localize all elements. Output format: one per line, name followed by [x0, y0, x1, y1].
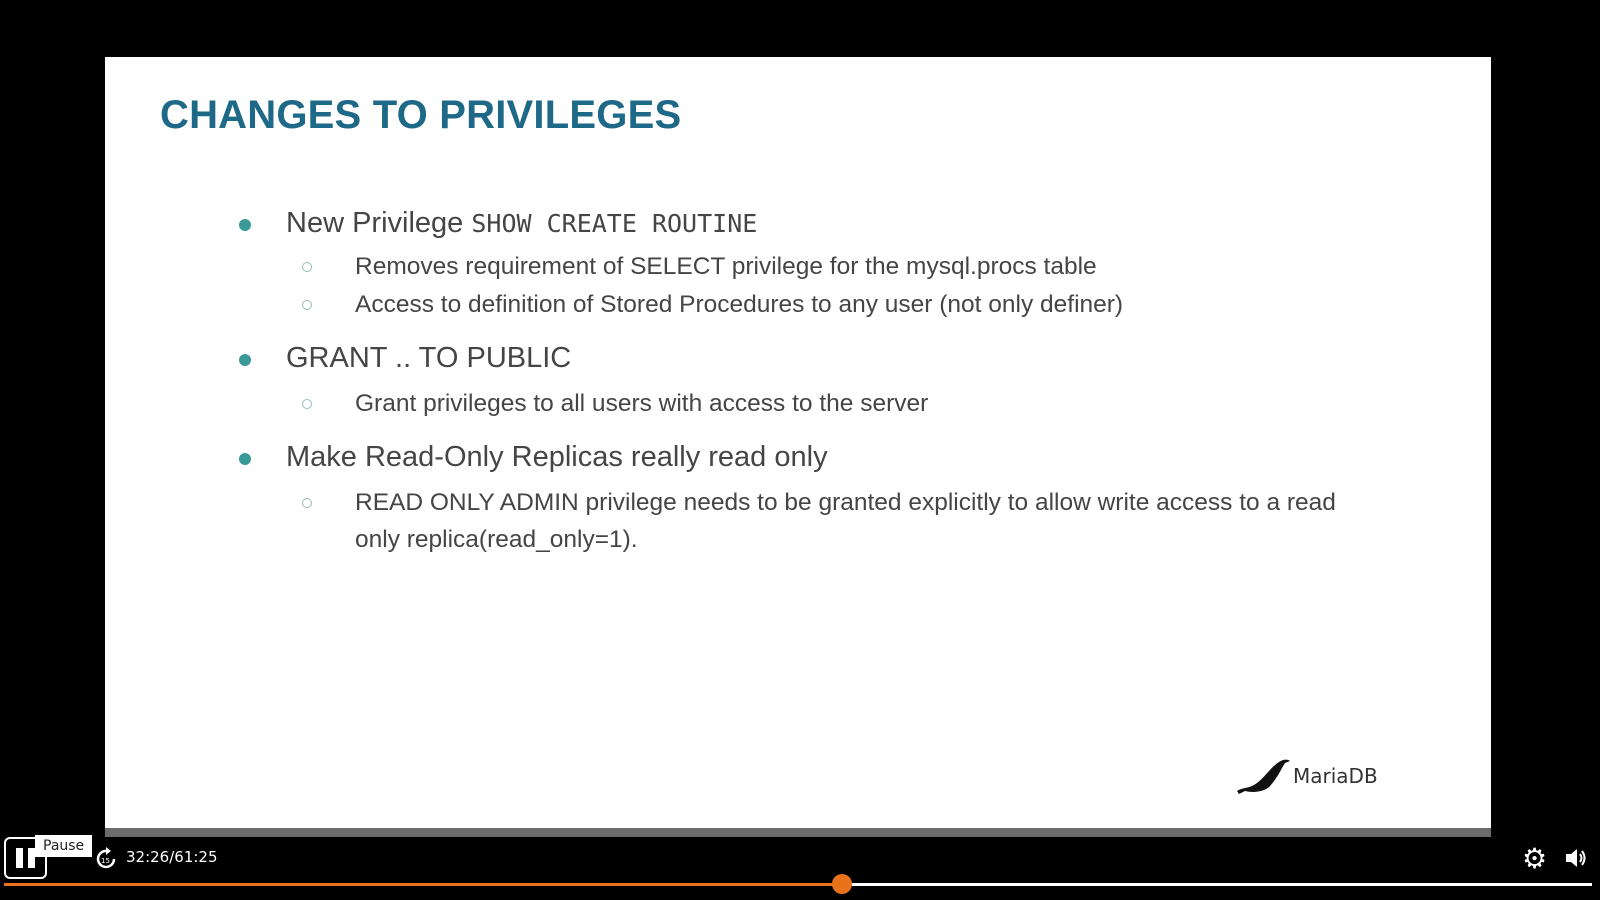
sub-bullet-text: READ ONLY ADMIN privilege needs to be gr…: [355, 489, 1336, 553]
pause-tooltip: Pause: [35, 835, 93, 857]
sub-bullet: Access to definition of Stored Procedure…: [302, 286, 1365, 323]
bullet-ring-icon: [302, 399, 312, 409]
svg-text:15: 15: [101, 857, 110, 865]
bullet: Make Read-Only Replicas really read only: [239, 441, 828, 474]
logo-text: MariaDB: [1293, 764, 1378, 788]
slide: CHANGES TO PRIVILEGES New Privilege SHOW…: [105, 57, 1491, 828]
progress-handle[interactable]: [832, 874, 853, 894]
sub-bullet: Removes requirement of SELECT privilege …: [302, 248, 1365, 285]
bullet-ring-icon: [302, 300, 312, 310]
bullet-dot-icon: [239, 453, 251, 465]
sea-lion-icon: [1237, 759, 1290, 794]
sub-bullet: Grant privileges to all users with acces…: [302, 385, 1365, 422]
slide-title: CHANGES TO PRIVILEGES: [160, 93, 682, 137]
pause-icon: [28, 848, 35, 868]
gear-icon[interactable]: ⚙: [1522, 845, 1547, 873]
player-controls: Pause 15 32:26/61:25 ⚙: [0, 835, 1600, 900]
pause-icon: [16, 848, 23, 868]
bullet: GRANT .. TO PUBLIC: [239, 342, 572, 375]
bullet-text: Make Read-Only Replicas really read only: [286, 441, 828, 473]
sub-bullet-text: Removes requirement of SELECT privilege …: [355, 253, 1097, 280]
bullet-dot-icon: [239, 219, 251, 231]
bullet-text: GRANT .. TO PUBLIC: [286, 342, 572, 374]
bullet: New Privilege SHOW CREATE ROUTINE: [239, 207, 758, 240]
time-display: 32:26/61:25: [126, 848, 218, 866]
progress-played: [4, 883, 843, 886]
bullet-text: New Privilege: [286, 207, 472, 239]
skip-forward-15-icon[interactable]: 15: [94, 847, 118, 871]
sub-bullet-text: Grant privileges to all users with acces…: [355, 390, 929, 417]
sub-bullet-text: Access to definition of Stored Procedure…: [355, 291, 1124, 318]
volume-icon[interactable]: [1564, 847, 1588, 869]
bullet-ring-icon: [302, 262, 312, 272]
bullet-code: SHOW CREATE ROUTINE: [471, 209, 758, 238]
bullet-ring-icon: [302, 498, 312, 508]
sub-bullet: READ ONLY ADMIN privilege needs to be gr…: [302, 484, 1365, 558]
mariadb-logo: MariaDB: [1235, 757, 1378, 795]
progress-bar[interactable]: [4, 874, 1592, 894]
bullet-dot-icon: [239, 354, 251, 366]
slide-bottom-bar: [105, 828, 1491, 837]
